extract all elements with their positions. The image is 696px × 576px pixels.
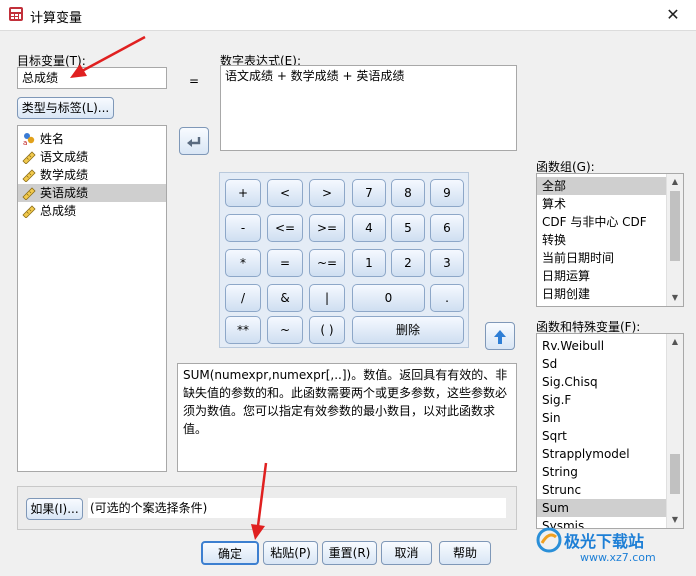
key-greater-than[interactable]: >	[309, 179, 345, 207]
variable-item-chinese[interactable]: 语文成绩	[18, 148, 166, 166]
calculator-app-icon	[9, 7, 23, 21]
key-5[interactable]: 5	[391, 214, 425, 242]
if-button[interactable]: 如果(I)...	[26, 498, 83, 520]
function-item[interactable]: Strapplymodel	[537, 445, 667, 463]
key-decimal[interactable]: .	[430, 284, 464, 312]
function-group-list[interactable]: 全部 算术 CDF 与非中心 CDF 转换 当前日期时间 日期运算 日期创建 ▲…	[536, 173, 684, 307]
key-6[interactable]: 6	[430, 214, 464, 242]
function-item[interactable]: Strunc	[537, 481, 667, 499]
insert-function-button[interactable]	[485, 322, 515, 350]
function-item[interactable]: Sig.Chisq	[537, 373, 667, 391]
title-bar: 计算变量 ✕	[0, 0, 696, 30]
key-multiply[interactable]: *	[225, 249, 261, 277]
function-group-item[interactable]: 日期运算	[537, 267, 667, 285]
ruler-icon	[22, 187, 36, 200]
function-group-scrollbar[interactable]: ▲ ▼	[666, 174, 683, 306]
return-arrow-icon	[187, 136, 201, 147]
variable-label: 姓名	[40, 132, 65, 146]
scroll-thumb[interactable]	[670, 191, 680, 261]
key-3[interactable]: 3	[430, 249, 464, 277]
function-item[interactable]: Sin	[537, 409, 667, 427]
functions-list[interactable]: Rv.Weibull Sd Sig.Chisq Sig.F Sin Sqrt S…	[536, 333, 684, 529]
equals-sign: =	[189, 74, 200, 88]
scroll-thumb[interactable]	[670, 454, 680, 494]
key-9[interactable]: 9	[430, 179, 464, 207]
scroll-down-icon[interactable]: ▼	[667, 512, 683, 528]
if-condition-text: (可选的个案选择条件)	[88, 498, 506, 518]
watermark-url: www.xz7.com	[580, 551, 656, 564]
function-group-item[interactable]: 算术	[537, 195, 667, 213]
type-and-label-button[interactable]: 类型与标签(L)...	[17, 97, 114, 119]
key-divide[interactable]: /	[225, 284, 261, 312]
key-8[interactable]: 8	[391, 179, 425, 207]
function-group-item[interactable]: 当前日期时间	[537, 249, 667, 267]
ruler-icon	[22, 151, 36, 164]
key-equal[interactable]: =	[267, 249, 303, 277]
function-group-item[interactable]: 日期创建	[537, 285, 667, 303]
function-item[interactable]: Rv.Weibull	[537, 337, 667, 355]
paste-button[interactable]: 粘贴(P)	[263, 541, 318, 565]
function-item[interactable]: Sig.F	[537, 391, 667, 409]
ruler-icon	[22, 205, 36, 218]
scroll-up-icon[interactable]: ▲	[667, 174, 683, 190]
function-description: SUM(numexpr,numexpr[,..])。数值。返回具有有效的、非缺失…	[177, 363, 517, 472]
variable-item-math[interactable]: 数学成绩	[18, 166, 166, 184]
function-item[interactable]: Sd	[537, 355, 667, 373]
key-power[interactable]: **	[225, 316, 261, 344]
functions-scrollbar[interactable]: ▲ ▼	[666, 334, 683, 528]
key-not[interactable]: ~	[267, 316, 303, 344]
annotation-arrow-target	[70, 35, 146, 78]
key-parentheses[interactable]: ( )	[309, 316, 345, 344]
function-item[interactable]: String	[537, 463, 667, 481]
key-plus[interactable]: +	[225, 179, 261, 207]
key-less-than[interactable]: <	[267, 179, 303, 207]
key-less-equal[interactable]: <=	[267, 214, 303, 242]
function-item[interactable]: Sqrt	[537, 427, 667, 445]
key-2[interactable]: 2	[391, 249, 425, 277]
ruler-icon	[22, 169, 36, 182]
ok-button[interactable]: 确定	[201, 541, 259, 565]
nominal-string-icon: a	[23, 133, 35, 146]
window-title: 计算变量	[30, 11, 83, 26]
calculator-keypad: + < > 7 8 9 - <= >= 4 5 6 * = ~= 1 2 3 /…	[219, 172, 469, 348]
key-7[interactable]: 7	[352, 179, 386, 207]
key-greater-equal[interactable]: >=	[309, 214, 345, 242]
function-group-item[interactable]: CDF 与非中心 CDF	[537, 213, 667, 231]
key-not-equal[interactable]: ~=	[309, 249, 345, 277]
expression-input[interactable]: 语文成绩 + 数学成绩 + 英语成绩	[220, 65, 517, 151]
function-item[interactable]: Sum	[537, 499, 667, 517]
watermark-logo-icon	[536, 527, 562, 553]
key-0[interactable]: 0	[352, 284, 425, 312]
key-and[interactable]: &	[267, 284, 303, 312]
variable-list[interactable]: a 姓名 语文成绩 数学成绩 英语成绩 总成绩	[17, 125, 167, 472]
watermark-text: 极光下载站	[564, 532, 645, 551]
function-group-item[interactable]: 转换	[537, 231, 667, 249]
help-button[interactable]: 帮助	[439, 541, 491, 565]
scroll-down-icon[interactable]: ▼	[667, 290, 683, 306]
scroll-up-icon[interactable]: ▲	[667, 334, 683, 350]
move-to-expression-button[interactable]	[179, 127, 209, 155]
annotation-arrow-ok	[251, 462, 268, 540]
variable-label: 英语成绩	[40, 186, 89, 200]
key-delete[interactable]: 删除	[352, 316, 464, 344]
close-icon[interactable]: ✕	[650, 0, 696, 30]
variable-label: 语文成绩	[40, 150, 89, 164]
key-or[interactable]: |	[309, 284, 345, 312]
cancel-button[interactable]: 取消	[381, 541, 432, 565]
up-arrow-icon	[494, 329, 506, 344]
key-4[interactable]: 4	[352, 214, 386, 242]
variable-label: 数学成绩	[40, 168, 89, 182]
variable-label: 总成绩	[40, 204, 77, 218]
function-group-item[interactable]: 全部	[537, 177, 667, 195]
svg-text:a: a	[23, 139, 27, 146]
variable-item-name[interactable]: a 姓名	[18, 130, 166, 148]
reset-button[interactable]: 重置(R)	[322, 541, 377, 565]
key-1[interactable]: 1	[352, 249, 386, 277]
variable-item-total[interactable]: 总成绩	[18, 202, 166, 220]
variable-item-english[interactable]: 英语成绩	[18, 184, 166, 202]
key-minus[interactable]: -	[225, 214, 261, 242]
